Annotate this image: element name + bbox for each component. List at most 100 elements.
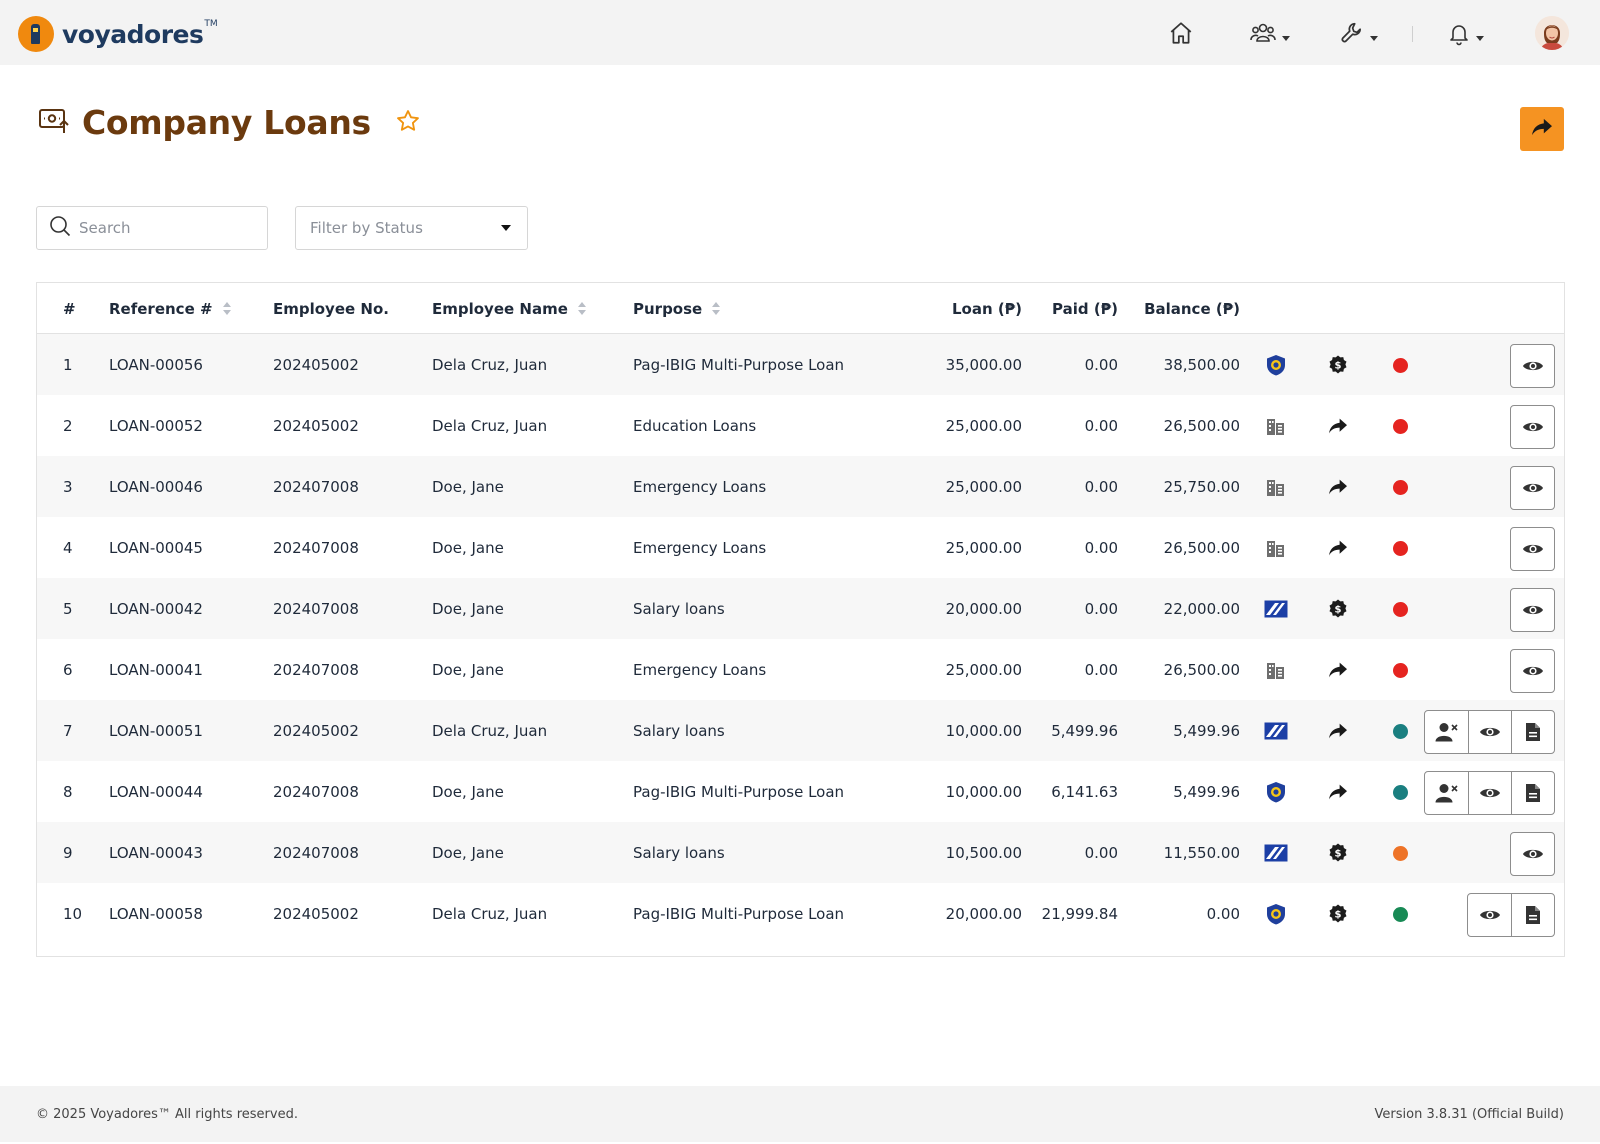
balance-cell: 26,500.00 [1163,417,1240,435]
row-actions [1424,710,1555,754]
view-button[interactable] [1468,711,1511,753]
wrench-icon [1339,20,1365,46]
status-indicator [1385,517,1415,579]
purpose-cell: Education Loans [633,417,757,435]
balance-cell: 22,000.00 [1163,600,1240,618]
view-button[interactable] [1511,589,1554,631]
paid-cell: 5,499.96 [1051,722,1118,740]
eye-icon [1522,420,1544,434]
paid-cell: 6,141.63 [1051,783,1118,801]
view-button[interactable] [1511,406,1554,448]
view-button[interactable] [1511,650,1554,692]
share-arrow-icon [1323,761,1353,823]
brand-logo[interactable]: voyadores TM [18,16,218,52]
row-number: 5 [63,600,73,618]
row-actions [1510,344,1555,388]
share-arrow-icon [1323,639,1353,701]
status-dot [1392,845,1408,861]
search-box[interactable] [36,206,268,250]
row-actions [1510,466,1555,510]
search-input[interactable] [79,219,249,237]
document-button[interactable] [1511,894,1554,936]
purpose-cell: Salary loans [633,600,725,618]
chevron-down-icon [501,225,511,231]
row-number: 10 [63,905,83,923]
balance-cell: 5,499.96 [1173,783,1240,801]
notifications-menu[interactable] [1447,18,1484,48]
table-row: 9 LOAN-00043 202407008 Doe, Jane Salary loan… [37,822,1564,884]
row-actions [1424,771,1555,815]
employee-no-cell: 202407008 [273,478,359,496]
loan-cell: 25,000.00 [945,661,1022,679]
dollar-badge-icon: $ [1323,578,1353,640]
row-number: 4 [63,539,73,557]
sort-icon [577,301,586,316]
svg-text:$: $ [1335,848,1342,859]
star-outline-icon[interactable] [395,108,421,138]
employee-no-cell: 202407008 [273,600,359,618]
svg-text:$: $ [1335,909,1342,920]
sss-logo-icon [1261,822,1291,884]
balance-cell: 26,500.00 [1163,661,1240,679]
view-button[interactable] [1511,467,1554,509]
table-row: 8 LOAN-00044 202407008 Doe, Jane Pag-IBIG Mu… [37,761,1564,823]
balance-cell: 25,750.00 [1163,478,1240,496]
loans-table: # Reference # Employee No. Employee Name… [36,282,1565,957]
status-dot [1392,906,1408,922]
tools-menu[interactable] [1339,18,1378,48]
user-avatar[interactable] [1535,16,1569,50]
column-header-reference[interactable]: Reference # [109,283,231,334]
employee-no-cell: 202405002 [273,417,359,435]
status-filter-select[interactable]: Filter by Status [295,206,528,250]
view-button[interactable] [1511,528,1554,570]
row-actions [1510,588,1555,632]
reference-cell: LOAN-00041 [109,661,203,679]
view-button[interactable] [1511,833,1554,875]
dollar-badge-icon: $ [1323,822,1353,884]
company-building-icon [1261,517,1291,579]
loan-cell: 25,000.00 [945,417,1022,435]
employee-no-cell: 202405002 [273,722,359,740]
dollar-badge-icon: $ [1323,883,1353,945]
row-actions [1467,893,1555,937]
employee-no-cell: 202405002 [273,356,359,374]
balance-cell: 38,500.00 [1163,356,1240,374]
eye-icon [1522,359,1544,373]
table-row: 10 LOAN-00058 202405002 Dela Cruz, Juan Pag-… [37,883,1564,945]
column-header-employee-name[interactable]: Employee Name [432,283,586,334]
remove-employee-button[interactable] [1425,711,1468,753]
home-icon[interactable] [1168,18,1194,48]
employee-name-cell: Doe, Jane [432,844,504,862]
employee-name-cell: Dela Cruz, Juan [432,722,548,740]
purpose-cell: Pag-IBIG Multi-Purpose Loan [633,905,845,923]
share-arrow-icon [1531,117,1553,141]
document-icon [1525,783,1541,803]
sss-logo-icon [1261,578,1291,640]
status-indicator [1385,334,1415,396]
document-button[interactable] [1511,711,1554,753]
balance-cell: 26,500.00 [1163,539,1240,557]
document-button[interactable] [1511,772,1554,814]
user-remove-icon [1435,783,1459,803]
balance-cell: 5,499.96 [1173,722,1240,740]
employee-no-cell: 202405002 [273,905,359,923]
reference-cell: LOAN-00046 [109,478,203,496]
row-actions [1510,649,1555,693]
share-button[interactable] [1520,107,1564,151]
status-indicator [1385,578,1415,640]
brand-name: voyadores [62,19,204,49]
users-icon [1249,20,1277,46]
svg-text:$: $ [1335,360,1342,371]
status-dot [1392,601,1408,617]
page-title: Company Loans [82,103,371,142]
eye-icon [1522,542,1544,556]
view-button[interactable] [1468,772,1511,814]
view-button[interactable] [1468,894,1511,936]
users-menu[interactable] [1249,18,1290,48]
column-header-purpose[interactable]: Purpose [633,283,721,334]
view-button[interactable] [1511,345,1554,387]
paid-cell: 0.00 [1084,356,1118,374]
remove-employee-button[interactable] [1425,772,1468,814]
document-icon [1525,905,1541,925]
eye-icon [1479,908,1501,922]
